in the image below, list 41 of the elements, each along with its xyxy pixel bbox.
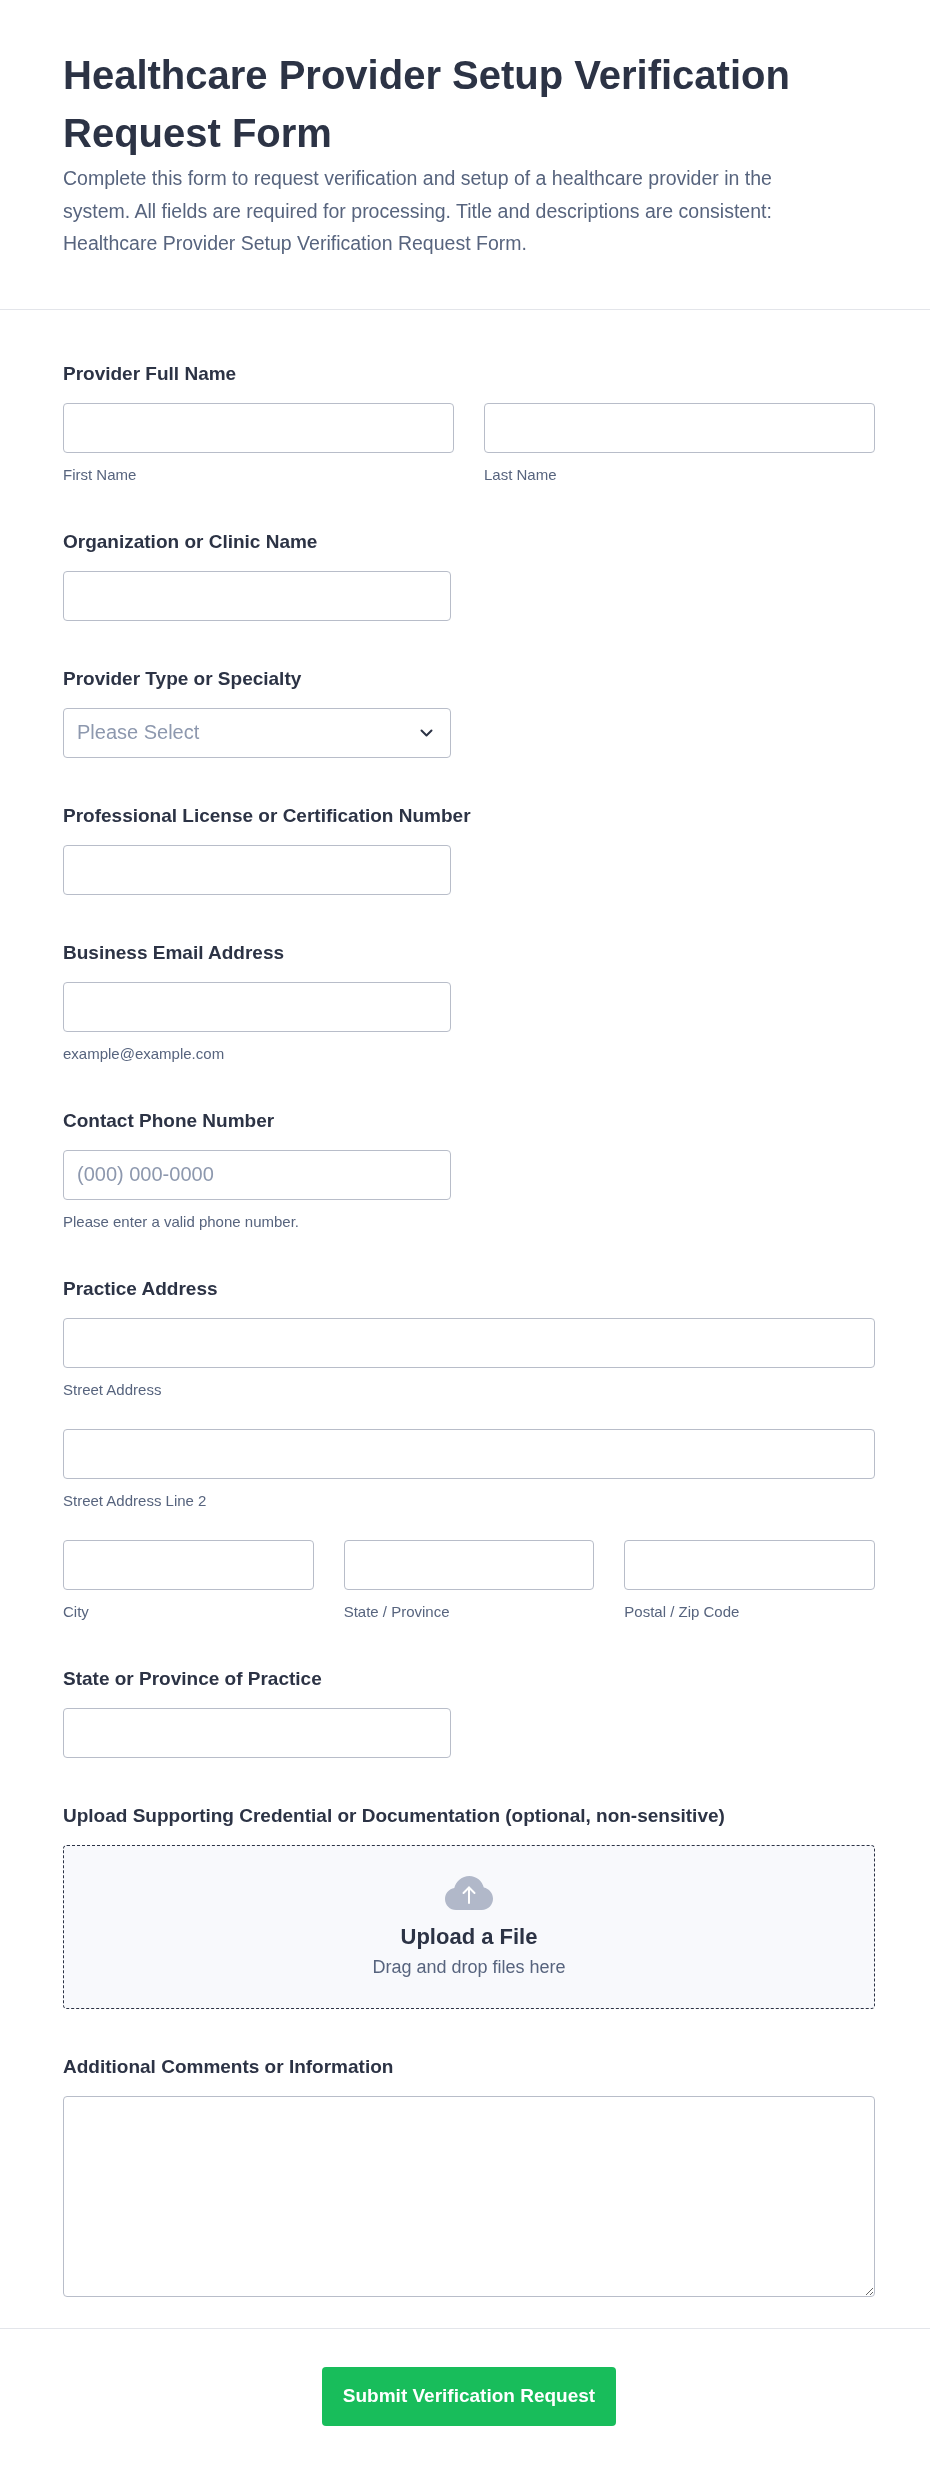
select-field[interactable]: Please Select: [63, 707, 451, 758]
text-field[interactable]: [343, 1539, 595, 1590]
field-label: Upload Supporting Credential or Documentation (optional, non-sensitive): [63, 1804, 725, 1827]
text-field[interactable]: [624, 1539, 875, 1590]
text-field[interactable]: [63, 1707, 451, 1758]
form-description: Complete this form to request verification and setup of a healthcare provider in the system. All fields are required for processing. Title and descriptions are consistent: Healthcare Provider Setup Verification Request Form.: [63, 166, 773, 256]
field-sublabel: State / Province: [343, 1602, 450, 1621]
field-label: State or Province of Practice: [63, 1667, 322, 1690]
text-field[interactable]: [63, 1428, 875, 1479]
field-label: Business Email Address: [63, 941, 285, 964]
field-label: Additional Comments or Information: [63, 2055, 394, 2078]
upload-title: Upload a File: [400, 1923, 538, 1950]
text-field[interactable]: [63, 570, 451, 621]
comments-textarea[interactable]: [63, 2095, 875, 2297]
text-field[interactable]: [63, 844, 451, 895]
text-field[interactable]: [63, 981, 451, 1032]
field-sublabel: Last Name: [484, 465, 557, 484]
text-field[interactable]: [63, 1539, 314, 1590]
text-field[interactable]: (000) 000-0000: [63, 1149, 451, 1200]
field-sublabel: Street Address Line 2: [63, 1491, 207, 1510]
field-label: Provider Full Name: [63, 362, 237, 385]
field-sublabel: City: [63, 1602, 89, 1621]
field-sublabel: First Name: [63, 465, 137, 484]
text-field[interactable]: [63, 1317, 875, 1368]
text-field[interactable]: [484, 402, 875, 453]
submit-button[interactable]: Submit Verification Request: [321, 2366, 617, 2426]
field-label: Provider Type or Specialty: [63, 667, 302, 690]
field-sublabel: Postal / Zip Code: [624, 1602, 740, 1621]
form-title: Healthcare Provider Setup Verification Request Form: [63, 52, 791, 157]
cloud-upload-icon: [445, 1875, 493, 1910]
field-label: Practice Address: [63, 1277, 218, 1300]
field-label: Organization or Clinic Name: [63, 530, 318, 553]
upload-dropzone[interactable]: Upload a File Drag and drop files here: [63, 1844, 875, 2009]
field-label: Contact Phone Number: [63, 1109, 275, 1132]
field-hint: example@example.com: [63, 1044, 225, 1063]
upload-hint: Drag and drop files here: [372, 1955, 566, 1978]
text-field[interactable]: [63, 402, 454, 453]
field-sublabel: Street Address: [63, 1380, 162, 1399]
field-hint: Please enter a valid phone number.: [63, 1212, 299, 1231]
field-label: Professional License or Certification Number: [63, 804, 471, 827]
chevron-down-icon: [420, 728, 433, 737]
